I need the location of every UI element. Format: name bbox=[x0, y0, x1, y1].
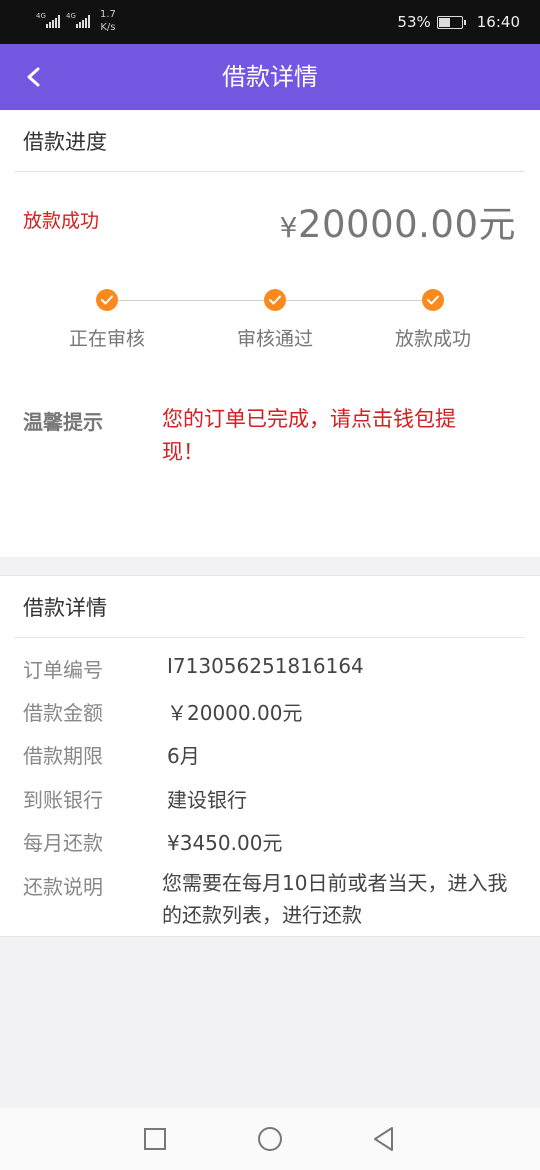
triangle-back-icon bbox=[374, 1127, 393, 1151]
loan-term-label: 借款期限 bbox=[23, 744, 103, 768]
bank-value: 建设银行 bbox=[167, 788, 247, 812]
tip-label: 温馨提示 bbox=[23, 410, 103, 434]
progress-connector bbox=[107, 300, 275, 301]
loan-amount: ¥20000.00元 bbox=[280, 194, 516, 248]
battery-percent: 53% bbox=[397, 13, 431, 31]
step-check-icon bbox=[264, 289, 286, 311]
divider bbox=[15, 637, 525, 638]
monthly-payment-label: 每月还款 bbox=[23, 831, 103, 855]
repayment-note-value: 您需要在每月10日前或者当天，进入我的还款列表，进行还款 bbox=[162, 871, 508, 927]
loan-amount-value: ￥20000.00元 bbox=[167, 701, 303, 725]
network-speed-unit: K/s bbox=[100, 22, 116, 33]
system-nav-bar bbox=[0, 1108, 540, 1170]
divider bbox=[15, 171, 525, 172]
step-label: 审核通过 bbox=[236, 328, 313, 350]
step-label: 正在审核 bbox=[68, 328, 145, 350]
network-speed-value: 1.7 bbox=[100, 9, 116, 20]
loan-progress-card: 借款进度 放款成功 ¥20000.00元 正在审核 审核通过 放款成功 温馨提示… bbox=[0, 110, 540, 557]
loan-term-value: 6月 bbox=[167, 744, 200, 768]
square-icon bbox=[144, 1128, 166, 1150]
details-section-title: 借款详情 bbox=[23, 596, 107, 620]
home-button[interactable] bbox=[256, 1125, 284, 1153]
status-bar: 4G 4G 1.7 K/s 53% 16:40 bbox=[0, 0, 540, 44]
recent-apps-button[interactable] bbox=[141, 1125, 169, 1153]
bank-label: 到账银行 bbox=[23, 788, 103, 812]
system-back-button[interactable] bbox=[370, 1125, 398, 1153]
step-check-icon bbox=[96, 289, 118, 311]
progress-connector bbox=[275, 300, 433, 301]
battery-icon bbox=[436, 15, 466, 29]
clock: 16:40 bbox=[476, 13, 520, 31]
step-check-icon bbox=[422, 289, 444, 311]
tip-text: 您的订单已完成，请点击钱包提现！ bbox=[162, 407, 456, 464]
step-label: 放款成功 bbox=[394, 328, 471, 350]
currency-symbol: ¥ bbox=[279, 211, 298, 244]
sim1-network-label: 4G bbox=[36, 12, 46, 20]
monthly-payment-value: ¥3450.00元 bbox=[167, 831, 283, 855]
repayment-note-label: 还款说明 bbox=[23, 875, 103, 899]
loan-status: 放款成功 bbox=[23, 210, 100, 232]
order-number-value: I713056251816164 bbox=[167, 654, 364, 678]
network-speed: 1.7 K/s bbox=[100, 8, 116, 34]
loan-amount-label: 借款金额 bbox=[23, 701, 103, 725]
amount-value: 20000.00元 bbox=[297, 203, 516, 246]
progress-section-title: 借款进度 bbox=[23, 130, 107, 154]
page-title: 借款详情 bbox=[222, 63, 318, 91]
header-bar: 借款详情 bbox=[0, 44, 540, 110]
circle-icon bbox=[258, 1127, 282, 1151]
sim2-network-label: 4G bbox=[66, 12, 76, 20]
order-number-label: 订单编号 bbox=[23, 658, 103, 682]
loan-details-card: 借款详情 订单编号 I713056251816164 借款金额 ￥20000.0… bbox=[0, 575, 540, 937]
